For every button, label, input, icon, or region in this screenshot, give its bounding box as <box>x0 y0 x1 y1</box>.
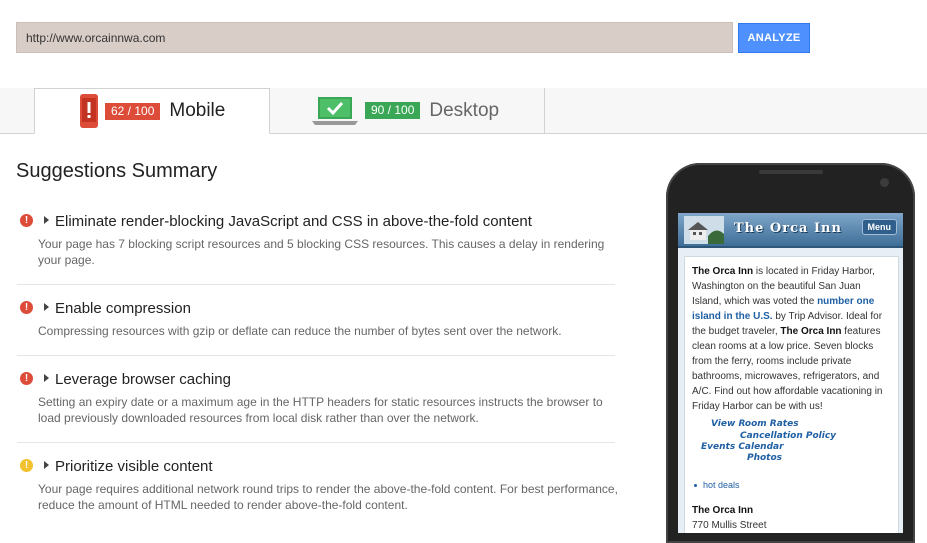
divider <box>17 284 615 285</box>
warning-icon: ! <box>20 459 33 472</box>
expand-caret-icon[interactable] <box>44 303 49 311</box>
phone-speaker <box>759 170 823 174</box>
mobile-preview-screen: The Orca Inn Menu The Orca Inn is locate… <box>678 213 903 533</box>
expand-caret-icon[interactable] <box>44 374 49 382</box>
cancellation-policy-link[interactable]: Cancellation Policy <box>740 431 836 441</box>
suggestions-summary-title: Suggestions Summary <box>16 160 218 182</box>
desktop-score-badge: 90 / 100 <box>365 102 421 119</box>
suggestion-title[interactable]: Enable compression <box>55 300 191 317</box>
site-menu-button[interactable]: Menu <box>861 219 897 235</box>
tab-mobile-label: Mobile <box>169 100 226 121</box>
photos-link[interactable]: Photos <box>747 453 782 463</box>
device-tab-strip: 62 / 100 Mobile 90 / 100 Desktop <box>0 88 927 134</box>
site-content-card: The Orca Inn is located in Friday Harbor… <box>684 256 899 533</box>
list-item[interactable]: hot deals <box>694 480 740 490</box>
mobile-score-badge: 62 / 100 <box>105 102 161 120</box>
suggestion-title[interactable]: Prioritize visible content <box>55 458 213 475</box>
address-name: The Orca Inn <box>692 505 754 516</box>
expand-caret-icon[interactable] <box>44 216 49 224</box>
tab-desktop-label: Desktop <box>429 99 500 121</box>
site-intro-paragraph: The Orca Inn is located in Friday Harbor… <box>692 264 892 414</box>
hot-deals-link[interactable]: hot deals <box>703 480 740 490</box>
intro-text: features clean rooms at a low price. Sev… <box>692 326 883 412</box>
laptop-check-icon <box>312 96 358 125</box>
phone-warning-icon <box>80 94 98 128</box>
address-line: 770 Mullis Street <box>692 520 767 531</box>
expand-caret-icon[interactable] <box>44 461 49 469</box>
phone-camera <box>880 178 889 187</box>
suggestion-description: Your page requires additional network ro… <box>38 482 618 512</box>
tab-desktop[interactable]: 90 / 100 Desktop <box>270 88 545 133</box>
suggestion-title[interactable]: Leverage browser caching <box>55 371 231 388</box>
suggestion-description: Your page has 7 blocking script resource… <box>38 237 605 267</box>
tab-mobile[interactable]: 62 / 100 Mobile <box>34 88 270 134</box>
analyze-button[interactable]: ANALYZE <box>738 23 810 53</box>
error-icon: ! <box>20 214 33 227</box>
inn-name: The Orca Inn <box>692 266 754 277</box>
error-icon: ! <box>20 372 33 385</box>
error-icon: ! <box>20 301 33 314</box>
site-title: The Orca Inn <box>734 221 842 236</box>
inn-logo-icon <box>684 216 724 244</box>
site-header: The Orca Inn Menu <box>678 213 903 248</box>
divider <box>17 442 615 443</box>
events-calendar-link[interactable]: Events Calendar <box>701 442 784 452</box>
suggestion-title[interactable]: Eliminate render-blocking JavaScript and… <box>55 213 532 230</box>
inn-name: The Orca Inn <box>780 326 842 337</box>
suggestion-description: Setting an expiry date or a maximum age … <box>38 395 603 425</box>
bullet-icon <box>694 484 697 488</box>
suggestion-description: Compressing resources with gzip or defla… <box>38 324 562 338</box>
view-room-rates-link[interactable]: View Room Rates <box>711 419 799 429</box>
url-input[interactable] <box>16 22 733 53</box>
divider <box>17 355 615 356</box>
